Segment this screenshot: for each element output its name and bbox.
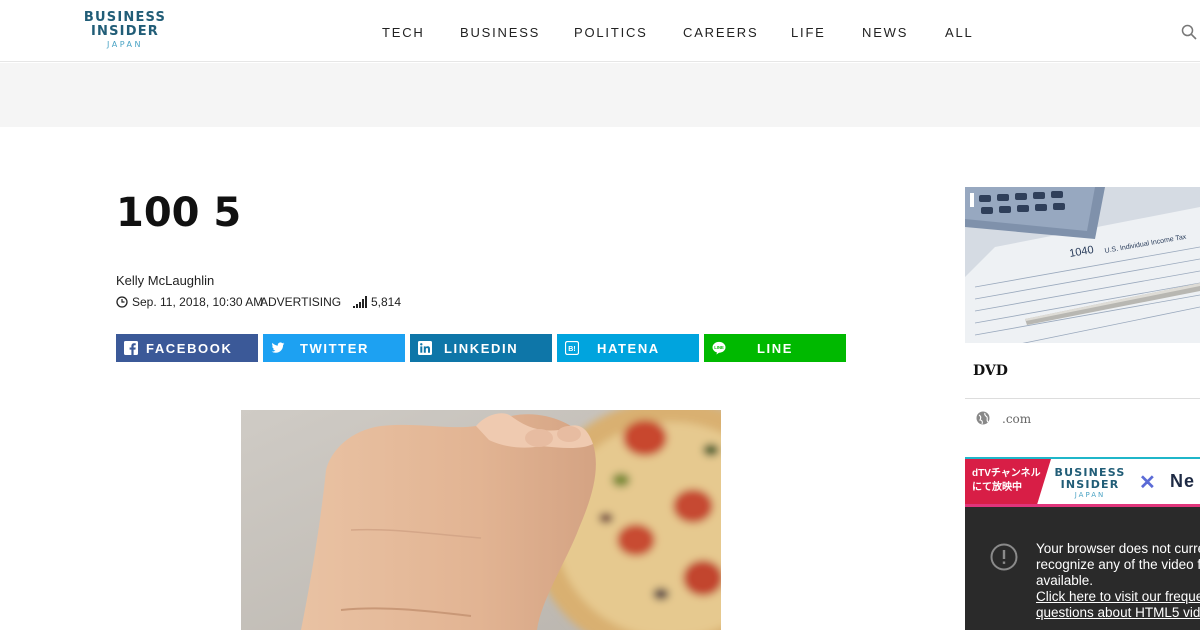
sidebar-divider	[965, 398, 1200, 399]
views-icon	[353, 296, 367, 308]
banner-text-2: にて放映中	[972, 482, 1022, 493]
search-icon[interactable]	[1181, 24, 1197, 40]
hand-pizza-photo	[241, 410, 721, 630]
share-linkedin-button[interactable]: LINKEDIN	[410, 334, 552, 362]
logo-line-2: INSIDER	[91, 24, 159, 39]
nav-business[interactable]: BUSINESS	[460, 25, 540, 40]
share-twitter-label: TWITTER	[300, 341, 369, 356]
share-line-label: LINE	[757, 341, 794, 356]
article-category[interactable]: ADVERTISING	[260, 295, 341, 309]
article-hero-image	[241, 410, 721, 630]
banner-logo-3: JAPAN	[1074, 491, 1106, 499]
article-date: Sep. 11, 2018, 10:30 AM	[132, 295, 264, 309]
sidebar-card-source: .com	[1002, 412, 1032, 426]
sidebar-card-image[interactable]: 1040 U.S. Individual Income Tax	[965, 187, 1200, 343]
nav-careers[interactable]: CAREERS	[683, 25, 758, 40]
linkedin-icon	[418, 341, 432, 355]
site-logo[interactable]: BUSINESS INSIDER JAPAN	[80, 11, 170, 50]
share-hatena-button[interactable]: B! HATENA	[557, 334, 699, 362]
share-hatena-label: HATENA	[597, 341, 660, 356]
nav-all[interactable]: ALL	[945, 25, 974, 40]
warning-icon	[990, 543, 1018, 571]
video-error-message: Your browser does not currently recogniz…	[1036, 541, 1200, 588]
sidebar-card-title[interactable]: DVD	[973, 363, 1008, 379]
facebook-icon	[124, 341, 138, 355]
ad-banner-area	[0, 63, 1200, 127]
svg-text:LINE: LINE	[714, 345, 724, 350]
tax-form-photo: 1040 U.S. Individual Income Tax	[965, 187, 1200, 343]
share-line-button[interactable]: LINE LINE	[704, 334, 846, 362]
share-facebook-label: FACEBOOK	[146, 341, 233, 356]
banner-text-1: dTVチャンネル	[972, 468, 1041, 479]
banner-red-text: dTVチャンネル にて放映中	[972, 467, 1041, 495]
share-facebook-button[interactable]: FACEBOOK	[116, 334, 258, 362]
nav-life[interactable]: LIFE	[791, 25, 826, 40]
share-linkedin-label: LINKEDIN	[444, 341, 519, 356]
nav-news[interactable]: NEWS	[862, 25, 908, 40]
globe-icon	[976, 411, 990, 425]
banner-logo: BUSINESS INSIDER JAPAN	[1053, 467, 1127, 500]
banner-logo-2: INSIDER	[1060, 478, 1120, 491]
banner-ne: Ne	[1170, 471, 1196, 491]
article-views: 5,814	[371, 295, 402, 309]
video-faq-link[interactable]: Click here to visit our frequently asked…	[1036, 589, 1200, 621]
article-author[interactable]: Kelly McLaughlin	[116, 273, 214, 288]
banner-x: ✕	[1139, 472, 1156, 494]
hatena-icon: B!	[565, 341, 579, 355]
nav-politics[interactable]: POLITICS	[574, 25, 648, 40]
logo-line-1: BUSINESS	[83, 10, 167, 25]
nav-tech[interactable]: TECH	[382, 25, 425, 40]
clock-icon	[116, 296, 128, 308]
twitter-icon	[271, 342, 285, 353]
video-banner: dTVチャンネル にて放映中 BUSINESS INSIDER JAPAN ✕ …	[965, 457, 1200, 507]
article-title: 100 5	[116, 190, 242, 236]
video-player[interactable]: dTVチャンネル にて放映中 BUSINESS INSIDER JAPAN ✕ …	[965, 457, 1200, 630]
site-header: BUSINESS INSIDER JAPAN TECH BUSINESS POL…	[0, 0, 1200, 62]
share-twitter-button[interactable]: TWITTER	[263, 334, 405, 362]
svg-text:B!: B!	[568, 346, 575, 353]
line-icon: LINE	[712, 341, 726, 355]
logo-sub: JAPAN	[107, 40, 143, 49]
